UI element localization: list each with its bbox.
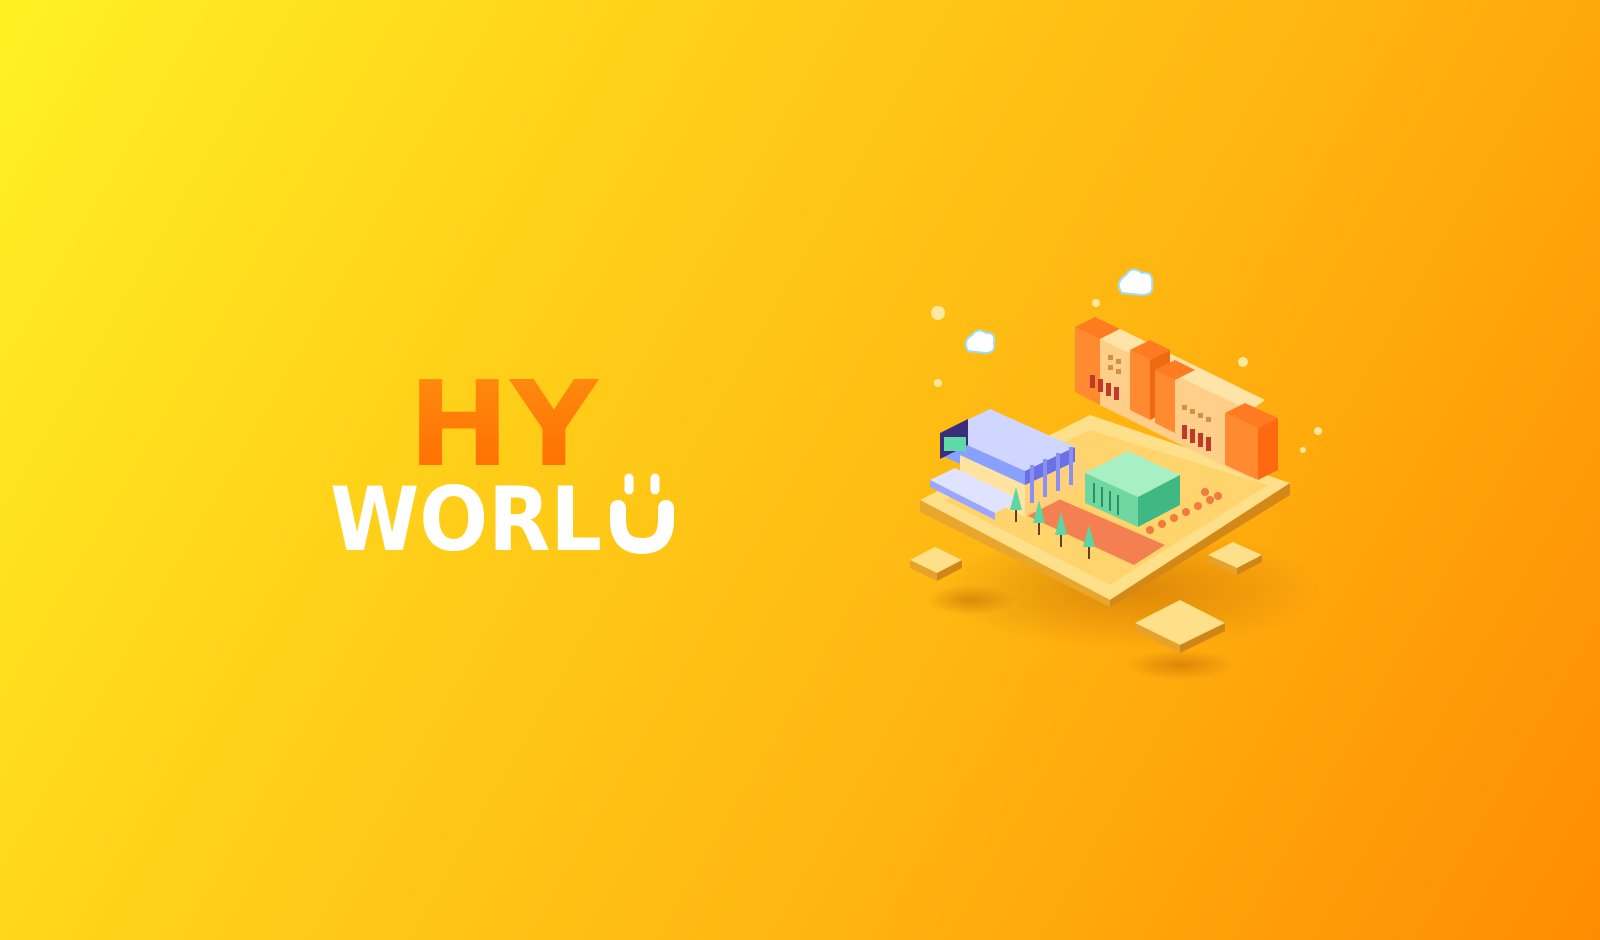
- cloud-icon: [1117, 268, 1154, 297]
- logo-line-world: WORL: [330, 468, 602, 570]
- isometric-campus-illustration: [900, 255, 1380, 685]
- cloud-icon: [964, 329, 996, 355]
- smile-d-icon: [610, 473, 674, 555]
- app-logo: HY WORL: [330, 355, 690, 571]
